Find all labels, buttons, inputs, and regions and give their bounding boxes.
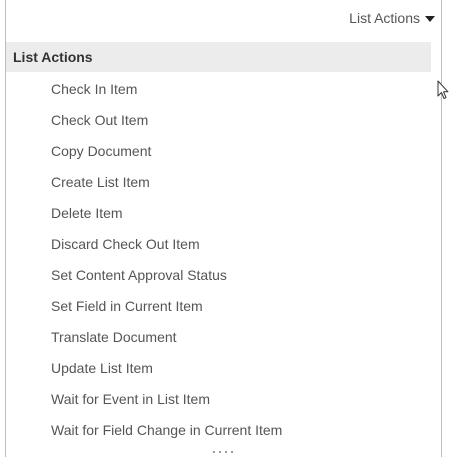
menu-item-check-in-item[interactable]: Check In Item: [6, 74, 431, 105]
menu-item-discard-check-out-item[interactable]: Discard Check Out Item: [6, 229, 431, 260]
menu-item-check-out-item[interactable]: Check Out Item: [6, 105, 431, 136]
resize-grip-icon[interactable]: [213, 451, 233, 453]
caret-down-icon: [425, 15, 435, 22]
menu-item-wait-for-field-change-in-current-item[interactable]: Wait for Field Change in Current Item: [6, 415, 431, 446]
mouse-pointer-icon: [437, 80, 449, 99]
menu-item-update-list-item[interactable]: Update List Item: [6, 353, 431, 384]
menu-item-delete-item[interactable]: Delete Item: [6, 198, 431, 229]
menu-item-set-field-in-current-item[interactable]: Set Field in Current Item: [6, 291, 431, 322]
menu-section-header: List Actions: [6, 42, 431, 72]
list-actions-dropdown[interactable]: List Actions: [349, 10, 435, 26]
menu-item-create-list-item[interactable]: Create List Item: [6, 167, 431, 198]
menu-item-set-content-approval-status[interactable]: Set Content Approval Status: [6, 260, 431, 291]
list-actions-panel: List Actions List Actions Check In Item …: [5, 0, 442, 457]
menu-item-wait-for-event-in-list-item[interactable]: Wait for Event in List Item: [6, 384, 431, 415]
menu-item-copy-document[interactable]: Copy Document: [6, 136, 431, 167]
list-actions-menu: Check In Item Check Out Item Copy Docume…: [6, 74, 431, 446]
menu-item-translate-document[interactable]: Translate Document: [6, 322, 431, 353]
list-actions-dropdown-label: List Actions: [349, 10, 420, 26]
